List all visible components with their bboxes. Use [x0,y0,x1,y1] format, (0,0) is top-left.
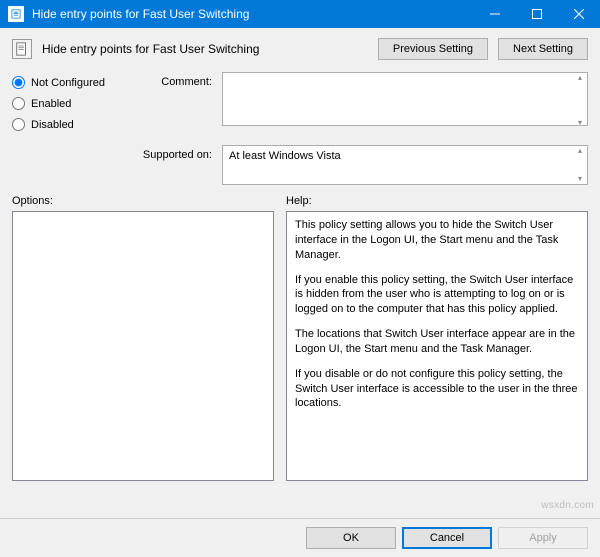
page-title: Hide entry points for Fast User Switchin… [42,42,368,56]
header-row: Hide entry points for Fast User Switchin… [0,28,600,68]
ok-button[interactable]: OK [306,527,396,549]
cancel-button[interactable]: Cancel [402,527,492,549]
apply-button[interactable]: Apply [498,527,588,549]
footer: OK Cancel Apply [0,518,600,557]
help-text-p1: This policy setting allows you to hide t… [295,218,579,263]
supported-on-label: Supported on: [134,149,212,161]
state-radio-group: Not Configured Enabled Disabled [12,72,124,139]
help-label: Help: [286,195,588,207]
radio-enabled-label: Enabled [31,98,71,110]
help-panel: This policy setting allows you to hide t… [286,211,588,481]
titlebar: Hide entry points for Fast User Switchin… [0,0,600,28]
close-button[interactable] [558,0,600,28]
radio-disabled[interactable]: Disabled [12,118,124,131]
comment-input[interactable] [222,72,588,126]
radio-disabled-input[interactable] [12,118,25,131]
help-text-p3: The locations that Switch User interface… [295,327,579,357]
previous-setting-button[interactable]: Previous Setting [378,38,488,60]
supported-scrollbar[interactable]: ▴ ▾ [573,146,587,184]
radio-not-configured-label: Not Configured [31,77,105,89]
radio-not-configured[interactable]: Not Configured [12,76,124,89]
scroll-up-icon[interactable]: ▴ [573,73,587,83]
scroll-down-icon[interactable]: ▾ [573,118,587,128]
scroll-up-icon[interactable]: ▴ [573,146,587,156]
radio-enabled-input[interactable] [12,97,25,110]
help-text-p4: If you disable or do not configure this … [295,367,579,412]
options-panel [12,211,274,481]
watermark: wsxdn.com [541,500,594,511]
radio-not-configured-input[interactable] [12,76,25,89]
minimize-button[interactable] [474,0,516,28]
comment-scrollbar[interactable]: ▴ ▾ [573,73,587,128]
app-icon [8,6,24,22]
window-title: Hide entry points for Fast User Switchin… [32,7,474,21]
maximize-button[interactable] [516,0,558,28]
scroll-down-icon[interactable]: ▾ [573,174,587,184]
help-text-p2: If you enable this policy setting, the S… [295,273,579,318]
supported-on-value: At least Windows Vista [229,150,341,162]
supported-on-field: At least Windows Vista [222,145,588,185]
radio-enabled[interactable]: Enabled [12,97,124,110]
comment-label: Comment: [134,76,212,88]
radio-disabled-label: Disabled [31,119,74,131]
next-setting-button[interactable]: Next Setting [498,38,588,60]
options-label: Options: [12,195,274,207]
policy-icon [12,39,32,59]
